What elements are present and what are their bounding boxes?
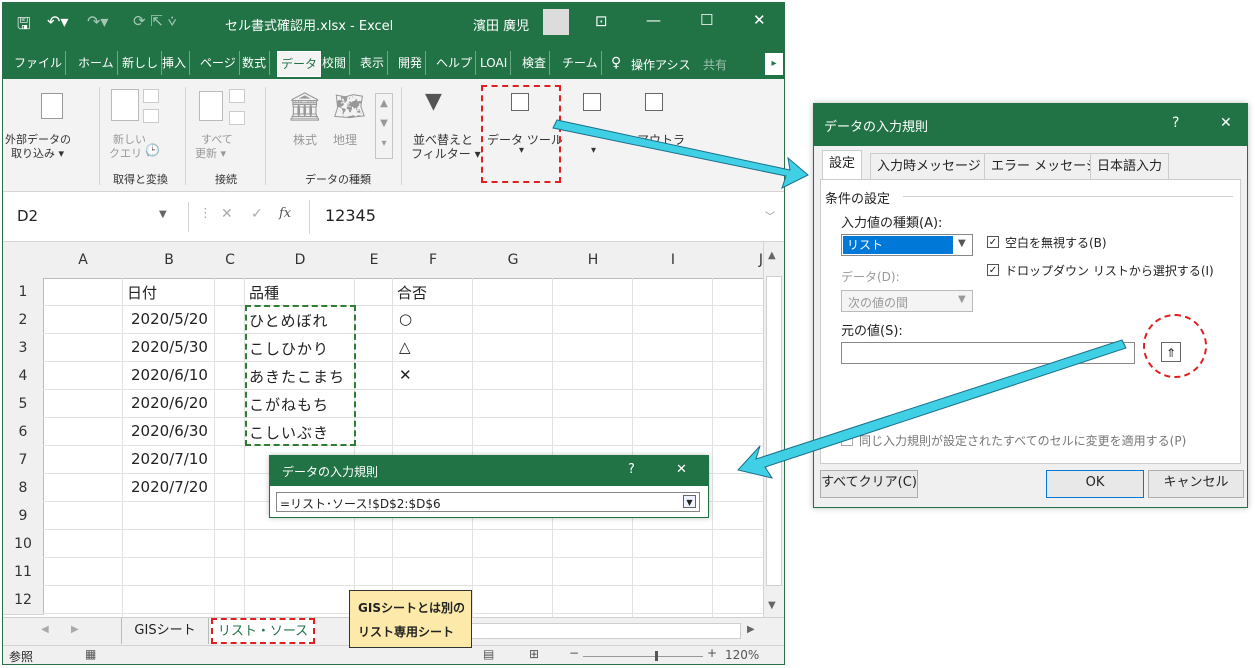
arrow-to-range-dialog [737,339,1127,479]
arrow-to-dialog [552,119,809,189]
annotation-arrows [552,119,1127,479]
